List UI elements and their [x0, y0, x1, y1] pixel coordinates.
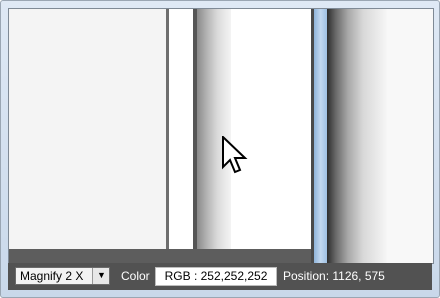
- magnified-white-area: [9, 9, 166, 263]
- magnifier-window: Magnify 2 X ▼ Color RGB : 252,252,252 Po…: [0, 0, 440, 298]
- color-label: Color: [121, 269, 150, 283]
- magnified-shadow-gradient: [327, 9, 387, 263]
- zoom-dropdown[interactable]: Magnify 2 X ▼: [15, 267, 110, 285]
- dropdown-button[interactable]: ▼: [92, 268, 109, 284]
- magnified-white-area: [387, 9, 433, 263]
- position-readout: Position: 1126, 575: [283, 269, 385, 283]
- magnified-white-area: [169, 9, 193, 263]
- magnified-view: [8, 8, 434, 264]
- status-bar: Magnify 2 X ▼ Color RGB : 252,252,252 Po…: [8, 263, 432, 290]
- magnified-window-frame: [314, 9, 327, 263]
- chevron-down-icon: ▼: [97, 270, 106, 280]
- magnified-scrollbar: [9, 249, 311, 263]
- rgb-value-field: RGB : 252,252,252: [155, 267, 277, 286]
- zoom-value: Magnify 2 X: [20, 269, 84, 283]
- arrow-cursor-icon: [222, 136, 248, 174]
